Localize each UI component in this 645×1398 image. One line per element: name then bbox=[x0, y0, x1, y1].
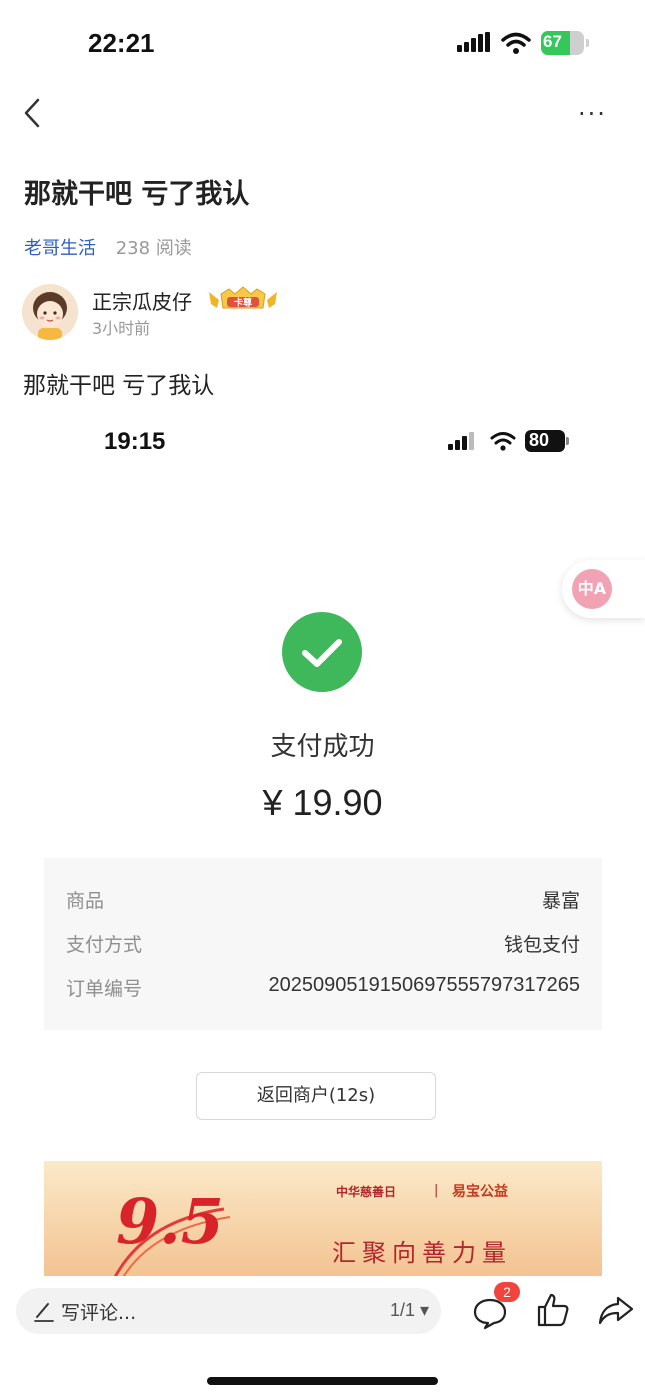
crown-badge-icon: 卡尊 bbox=[209, 286, 277, 309]
post-meta: 老哥生活 238 阅读 bbox=[24, 234, 192, 260]
detail-value: 暴富 bbox=[541, 890, 580, 912]
detail-label: 商品 bbox=[66, 890, 105, 912]
bottom-action-bar: 写评论... 1/1 ▾ 2 bbox=[0, 1276, 645, 1398]
translate-icon: 中A bbox=[572, 569, 612, 609]
wifi-icon bbox=[501, 32, 531, 54]
embedded-wifi-icon bbox=[490, 432, 516, 451]
success-check-icon bbox=[282, 612, 362, 692]
page-indicator[interactable]: 1/1 ▾ bbox=[390, 1300, 429, 1321]
comment-placeholder: 写评论... bbox=[61, 1302, 137, 1324]
embedded-screenshot[interactable]: 19:15 80 中A 支付成功 ¥ 19.90 商品 暴富 支付方式 钱包支付 bbox=[0, 410, 645, 1280]
banner-separator: | bbox=[434, 1183, 439, 1198]
detail-value: 2025090519150697555797317265 bbox=[268, 974, 580, 996]
detail-label: 订单编号 bbox=[66, 978, 143, 1000]
charity-banner[interactable]: 9.5 中华慈善日 | 易宝公益 汇聚向善力量 bbox=[44, 1161, 602, 1280]
translate-button[interactable]: 中A bbox=[562, 560, 645, 618]
return-to-merchant-button[interactable]: 返回商户(12s) bbox=[196, 1072, 436, 1120]
thumbs-up-icon[interactable] bbox=[536, 1292, 570, 1328]
author-name[interactable]: 正宗瓜皮仔 bbox=[92, 286, 192, 315]
post-time: 3小时前 bbox=[92, 319, 151, 338]
payment-amount: ¥ 19.90 bbox=[262, 782, 383, 823]
more-options-icon[interactable]: ··· bbox=[578, 100, 610, 128]
comment-input[interactable]: 写评论... 1/1 ▾ bbox=[16, 1288, 441, 1334]
payment-status: 支付成功 bbox=[270, 732, 375, 762]
badge-label: 卡尊 bbox=[234, 297, 252, 309]
payment-details: 商品 暴富 支付方式 钱包支付 订单编号 2025090519150697555… bbox=[44, 858, 602, 1030]
back-arrow-icon[interactable] bbox=[20, 96, 48, 130]
status-bar: 22:21 67 bbox=[0, 0, 645, 90]
detail-row: 订单编号 2025090519150697555797317265 bbox=[66, 974, 580, 1004]
status-time: 22:21 bbox=[88, 28, 155, 58]
detail-row: 支付方式 钱包支付 bbox=[66, 930, 580, 960]
embedded-battery-level: 80 bbox=[529, 430, 550, 450]
banner-slogan: 汇聚向善力量 bbox=[332, 1239, 512, 1267]
author-avatar[interactable] bbox=[22, 284, 78, 340]
post-title: 那就干吧 亏了我认 bbox=[24, 179, 250, 210]
embedded-status-time: 19:15 bbox=[104, 428, 166, 455]
detail-row: 商品 暴富 bbox=[66, 886, 580, 916]
battery-level: 67 bbox=[543, 32, 562, 51]
detail-value: 钱包支付 bbox=[503, 934, 580, 956]
comment-count-badge: 2 bbox=[494, 1282, 520, 1302]
share-icon[interactable] bbox=[598, 1294, 634, 1326]
battery-indicator: 67 bbox=[541, 31, 589, 55]
read-count: 238 阅读 bbox=[115, 238, 192, 259]
home-indicator bbox=[207, 1377, 438, 1385]
embedded-battery: 80 bbox=[525, 430, 569, 452]
detail-label: 支付方式 bbox=[66, 934, 143, 956]
banner-org-charity-day: 中华慈善日 bbox=[336, 1185, 397, 1199]
banner-date: 9.5 bbox=[116, 1185, 224, 1258]
cellular-signal-icon bbox=[457, 32, 490, 52]
embedded-signal-icon bbox=[448, 432, 474, 450]
banner-org-yeepay: 易宝公益 bbox=[452, 1184, 508, 1200]
circle-link[interactable]: 老哥生活 bbox=[24, 238, 96, 259]
post-body: 那就干吧 亏了我认 bbox=[23, 373, 215, 399]
pen-icon bbox=[34, 1303, 54, 1322]
